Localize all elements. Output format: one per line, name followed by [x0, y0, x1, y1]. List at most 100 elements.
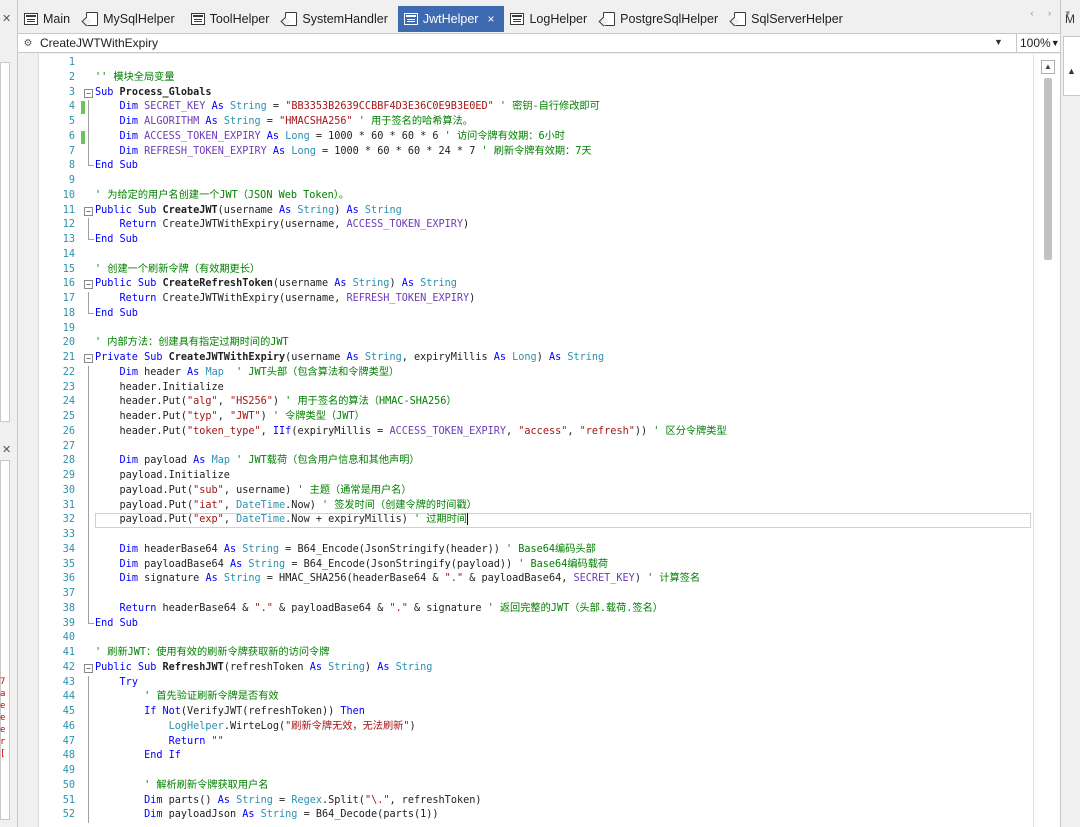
code-token: ' 主题（通常是用户名） — [291, 484, 412, 496]
triangle-up-icon[interactable]: ▲ — [1067, 66, 1076, 76]
code-line[interactable]: 34 Dim headerBase64 As String = B64_Enco… — [39, 542, 1033, 558]
scrollbar-thumb[interactable] — [1044, 78, 1052, 260]
code-token: "iat" — [193, 499, 224, 511]
scroll-up-icon[interactable]: ▲ — [1041, 60, 1055, 74]
left-panel-fragment: 7 a e e e r[ — [0, 676, 8, 760]
code-token: , username) — [223, 484, 292, 496]
code-line[interactable]: 27 — [39, 439, 1033, 455]
code-line[interactable]: 23 header.Initialize — [39, 380, 1033, 396]
code-line[interactable]: 52 Dim payloadJson As String = B64_Decod… — [39, 808, 1033, 823]
vertical-scrollbar[interactable]: ▲ — [1033, 54, 1060, 827]
code-token: As — [205, 573, 224, 585]
zoom-select[interactable]: 100% ▼ — [1016, 34, 1060, 52]
code-token: , expiryMillis — [401, 352, 494, 363]
tab-postgresqlhelper[interactable]: PostgreSqlHelper — [597, 6, 728, 32]
line-number: 38 — [62, 602, 75, 614]
code-token: = B64_Encode(JsonStringify(payload)) — [285, 558, 513, 570]
code-token: DateTime — [236, 514, 286, 526]
code-line[interactable]: 13 End Sub — [39, 233, 1033, 248]
fold-toggle-icon[interactable]: − — [84, 663, 93, 673]
code-line[interactable]: 46 LogHelper.WirteLog("刷新令牌无效，无法刷新") — [39, 719, 1033, 735]
code-line[interactable]: 44 ' 首先验证刷新令牌是否有效 — [39, 690, 1033, 705]
code-line[interactable]: 6 Dim ACCESS_TOKEN_EXPIRY As Long = 1000… — [39, 129, 1033, 145]
code-line[interactable]: 50 ' 解析刷新令牌获取用户名 — [39, 778, 1033, 794]
code-line[interactable]: 31 payload.Put("iat", DateTime.Now) ' 签发… — [39, 498, 1033, 514]
code-line[interactable]: 1 — [39, 56, 1033, 71]
code-line[interactable]: 33 — [39, 528, 1033, 543]
tab-loghelper[interactable]: LogHelper — [504, 6, 597, 32]
code-line[interactable]: 25 header.Put("typ", "JWT") ' 令牌类型（JWT） — [39, 410, 1033, 425]
code-line[interactable]: 20 ' 内部方法：创建具有指定过期时间的JWT — [39, 336, 1033, 351]
code-line[interactable]: 3− Sub Process_Globals — [39, 86, 1033, 101]
code-line[interactable]: 9 — [39, 174, 1033, 189]
tab-mysqlhelper[interactable]: MySqlHelper — [80, 6, 185, 32]
code-line[interactable]: 37 — [39, 587, 1033, 602]
code-line[interactable]: 22 Dim header As Map ' JWT头部（包含算法和令牌类型） — [39, 365, 1033, 381]
line-number: 20 — [62, 337, 75, 349]
code-line[interactable]: 5 Dim ALGORITHM As String = "HMACSHA256"… — [39, 115, 1033, 130]
code-line[interactable]: 4 Dim SECRET_KEY As String = "BB3353B263… — [39, 100, 1033, 115]
code-token: Long — [291, 145, 316, 157]
line-number: 45 — [62, 706, 75, 717]
code-line[interactable]: 7 Dim REFRESH_TOKEN_EXPIRY As Long = 100… — [39, 144, 1033, 160]
code-line[interactable]: 48 End If — [39, 749, 1033, 764]
form-icon — [24, 13, 38, 25]
left-panel-scrollbar[interactable] — [0, 460, 10, 820]
member-dropdown-bar[interactable]: ⚙ CreateJWTWithExpiry ▼ 100% ▼ — [18, 33, 1060, 53]
left-panel-scrollbar[interactable] — [0, 62, 10, 422]
code-line[interactable]: 12 Return CreateJWTWithExpiry(username, … — [39, 218, 1033, 233]
close-tab-icon[interactable]: × — [487, 12, 494, 26]
code-line[interactable]: 16− Public Sub CreateRefreshToken(usernam… — [39, 277, 1033, 292]
code-line[interactable]: 35 Dim payloadBase64 As String = B64_Enc… — [39, 557, 1033, 573]
code-line[interactable]: 40 — [39, 631, 1033, 646]
code-token: = — [272, 794, 292, 806]
fold-toggle-icon[interactable]: − — [84, 354, 93, 363]
code-token: "refresh" — [579, 425, 635, 437]
code-line[interactable]: 18 End Sub — [39, 306, 1033, 322]
code-line[interactable]: 30 payload.Put("sub", username) ' 主题（通常是… — [39, 483, 1033, 499]
code-line[interactable]: 28 Dim payload As Map ' JWT载荷（包含用户信息和其他声… — [39, 454, 1033, 469]
tab-jwthelper[interactable]: JwtHelper × — [397, 6, 505, 32]
code-line[interactable]: 21− Private Sub CreateJWTWithExpiry(usern… — [39, 351, 1033, 366]
code-line[interactable]: 36 Dim signature As String = HMAC_SHA256… — [39, 572, 1033, 587]
fold-toggle-icon[interactable]: − — [84, 88, 93, 98]
code-line[interactable]: 49 — [39, 764, 1033, 779]
code-line[interactable]: 10 ' 为给定的用户名创建一个JWT（JSON Web Token）。 — [39, 189, 1033, 204]
line-number: 9 — [68, 175, 75, 186]
code-line[interactable]: 51 Dim parts() As String = Regex.Split("… — [39, 793, 1033, 809]
code-line[interactable]: 14 — [39, 248, 1033, 263]
fragment-char: e — [0, 701, 6, 711]
code-line[interactable]: 32 payload.Put("exp", DateTime.Now + exp… — [39, 513, 1033, 528]
code-token: , — [223, 499, 237, 511]
fold-toggle-icon[interactable]: − — [84, 206, 93, 216]
tab-sqlserverhelper[interactable]: SqlServerHelper — [728, 6, 853, 32]
close-icon[interactable]: ✕ — [2, 12, 11, 25]
code-line[interactable]: 8 End Sub — [39, 159, 1033, 174]
chevron-down-icon[interactable]: ▼ — [994, 37, 1003, 47]
code-line[interactable]: 11− Public Sub CreateJWT(username As Stri… — [39, 204, 1033, 219]
code-line[interactable]: 19 — [39, 322, 1033, 337]
code-line[interactable]: 39 End Sub — [39, 616, 1033, 632]
tab-toolhelper[interactable]: ToolHelper — [185, 6, 280, 32]
code-lines[interactable]: 1 2 '' 模块全局变量 3− Sub Process_Globals 4 Dim SE… — [39, 56, 1033, 823]
tab-main[interactable]: Main — [18, 6, 80, 32]
code-line[interactable]: 29 payload.Initialize — [39, 469, 1033, 484]
code-line[interactable]: 2 '' 模块全局变量 — [39, 71, 1033, 86]
code-line[interactable]: 24 header.Put("alg", "HS256") ' 用于签名的算法（… — [39, 395, 1033, 410]
code-line[interactable]: 43 Try — [39, 675, 1033, 691]
code-line[interactable]: 47 Return "" — [39, 734, 1033, 750]
code-line[interactable]: 41 ' 刷新JWT：使用有效的刷新令牌获取新的访问令牌 — [39, 646, 1033, 661]
code-line[interactable]: 26 header.Put("token_type", IIf(expiryMi… — [39, 424, 1033, 440]
close-icon[interactable]: ✕ — [2, 443, 11, 456]
code-line[interactable]: 17 Return CreateJWTWithExpiry(username, … — [39, 292, 1033, 307]
tab-overflow-controls[interactable]: ‹ › ▾ — [1030, 8, 1076, 19]
code-token: String — [420, 278, 457, 290]
code-line[interactable]: 38 Return headerBase64 & "." & payloadBa… — [39, 601, 1033, 617]
code-editor[interactable]: 1 2 '' 模块全局变量 3− Sub Process_Globals 4 Dim SE… — [38, 54, 1060, 827]
fold-toggle-icon[interactable]: − — [84, 280, 93, 290]
code-line[interactable]: 45 If Not(VerifyJWT(refreshToken)) Then — [39, 705, 1033, 720]
code-line[interactable]: 42− Public Sub RefreshJWT(refreshToken As… — [39, 661, 1033, 676]
code-line[interactable]: 15 ' 创建一个刷新令牌（有效期更长） — [39, 263, 1033, 278]
tab-systemhandler[interactable]: SystemHandler — [279, 6, 397, 32]
tab-label: SqlServerHelper — [751, 12, 843, 26]
